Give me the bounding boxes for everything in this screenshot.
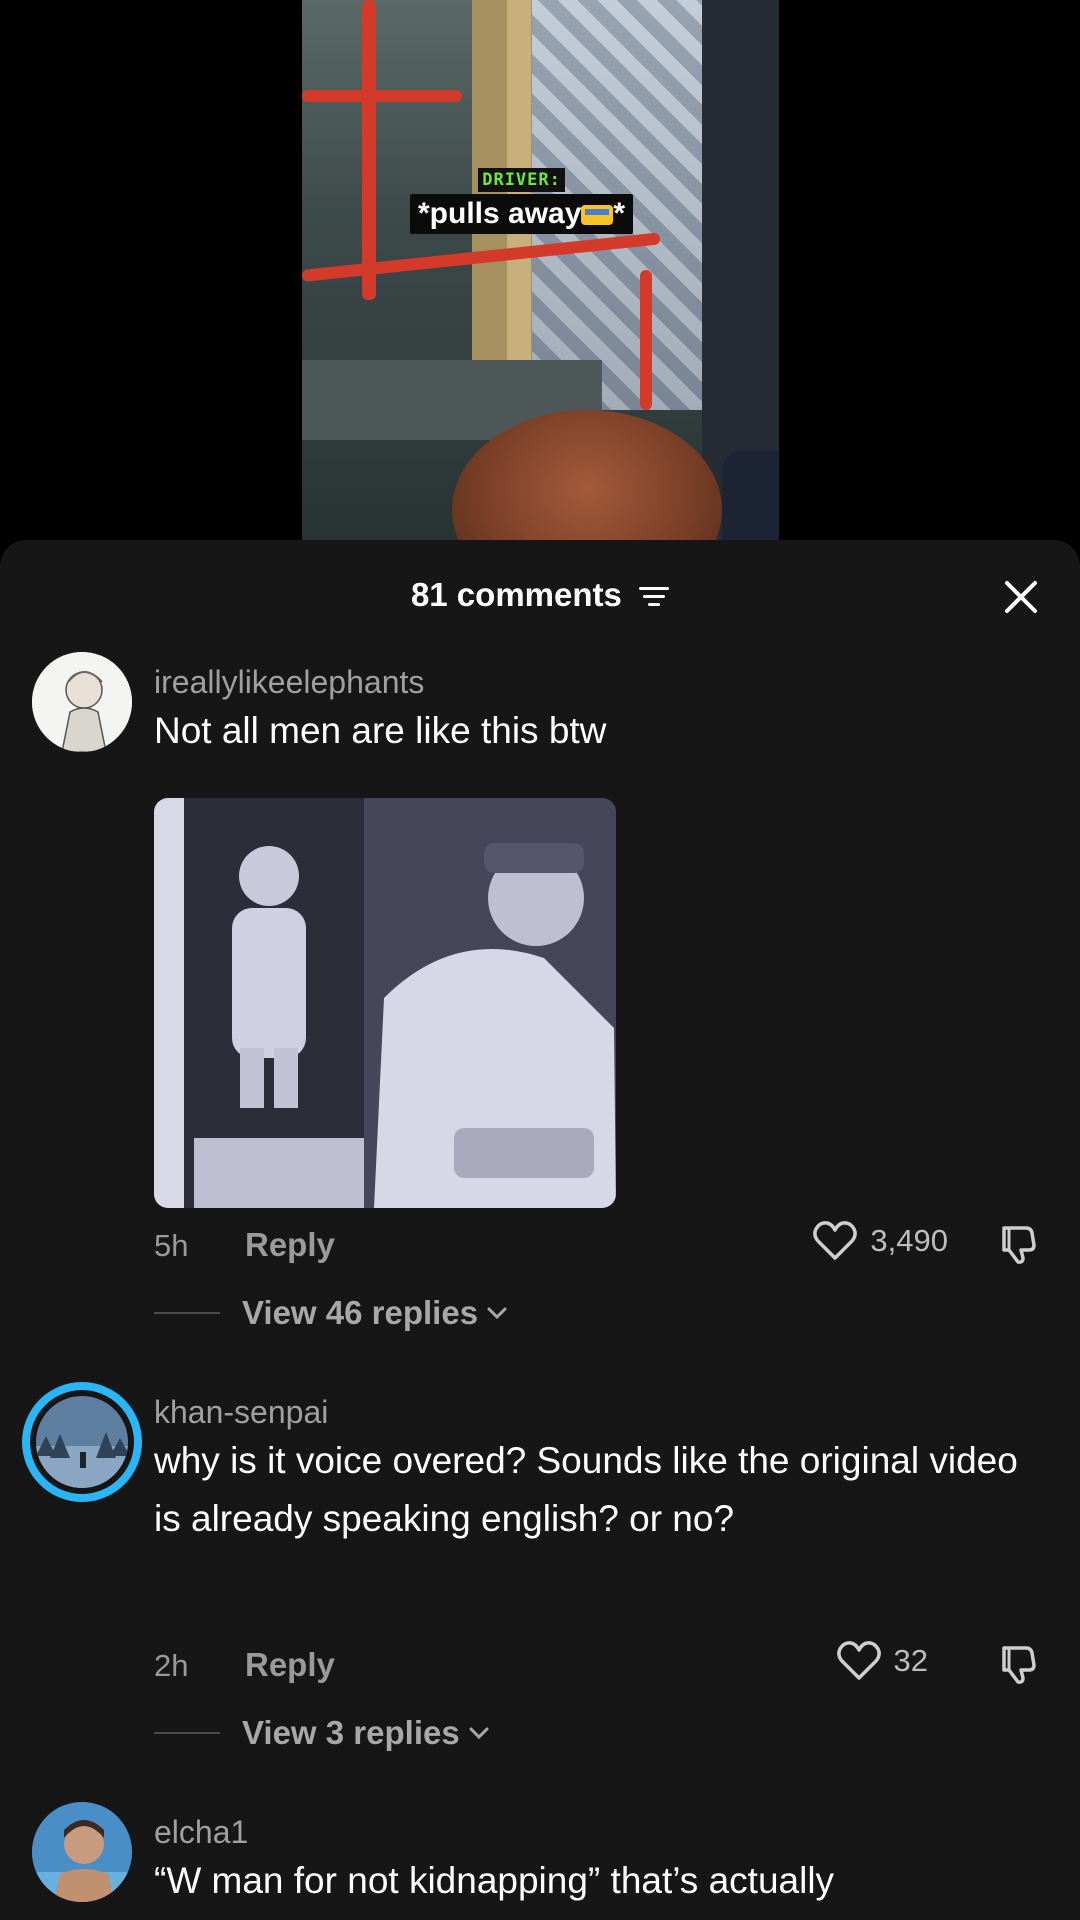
caption-end: *: [613, 197, 626, 230]
avatar-story-ring[interactable]: [22, 1382, 142, 1502]
comment-text: why is it voice overed? Sounds like the …: [154, 1440, 1018, 1539]
video-pole: [362, 0, 376, 300]
caption-line: *pulls away *: [410, 194, 634, 234]
like-button[interactable]: 3,490: [812, 1220, 948, 1262]
view-replies-label: View 46 replies: [242, 1294, 479, 1331]
video-rail: [640, 270, 652, 410]
caption-speaker: DRIVER:: [478, 168, 565, 192]
video-player[interactable]: [302, 0, 779, 540]
reply-button[interactable]: Reply: [245, 1226, 335, 1264]
dislike-icon[interactable]: [996, 1643, 1038, 1685]
bus-camera-photo: [154, 798, 616, 1208]
comment-username[interactable]: ireallylikeelephants: [154, 664, 424, 701]
comment-text: Not all men are like this btw: [154, 710, 607, 751]
heart-icon: [836, 1641, 881, 1680]
comment-time: 5h: [154, 1228, 189, 1263]
avatar[interactable]: [32, 652, 132, 752]
avatar[interactable]: [32, 1802, 132, 1902]
comments-sheet: 81 comments ireallylikeelephants Not all…: [0, 540, 1080, 1920]
comment-username[interactable]: elcha1: [154, 1814, 248, 1851]
anime-avatar-icon: [32, 652, 132, 752]
winter-scene-avatar-icon: [36, 1396, 128, 1488]
comment-text: “W man for not kidnapping” that’s actual…: [154, 1860, 835, 1901]
bus-emoji-icon: [581, 205, 614, 226]
like-count: 3,490: [870, 1223, 948, 1258]
video-caption: DRIVER: *pulls away *: [410, 168, 634, 234]
replies-divider: [154, 1312, 220, 1314]
view-replies-label: View 3 replies: [242, 1714, 460, 1751]
close-icon[interactable]: [1002, 578, 1040, 616]
comments-title: 81 comments: [0, 576, 1080, 614]
comment-attached-image[interactable]: [154, 798, 616, 1208]
replies-divider: [154, 1732, 220, 1734]
view-replies-button[interactable]: View 46 replies: [154, 1294, 508, 1332]
chevron-down-icon: [469, 1727, 489, 1740]
sort-filter-icon[interactable]: [639, 586, 670, 608]
video-rail: [302, 90, 462, 102]
like-count: 32: [893, 1643, 928, 1678]
caption-text: *pulls away: [418, 197, 582, 230]
person-photo-avatar-icon: [32, 1802, 132, 1902]
comment-time: 2h: [154, 1648, 189, 1683]
chevron-down-icon: [487, 1307, 507, 1320]
comments-header: 81 comments: [0, 540, 1080, 652]
reply-button[interactable]: Reply: [245, 1646, 335, 1684]
comment-username[interactable]: khan-senpai: [154, 1394, 328, 1431]
view-replies-button[interactable]: View 3 replies: [154, 1714, 490, 1752]
video-driver-shoulder: [722, 450, 779, 540]
like-button[interactable]: 32: [836, 1640, 928, 1682]
heart-icon: [813, 1221, 858, 1260]
comments-count: 81 comments: [410, 576, 622, 613]
dislike-icon[interactable]: [996, 1223, 1038, 1265]
